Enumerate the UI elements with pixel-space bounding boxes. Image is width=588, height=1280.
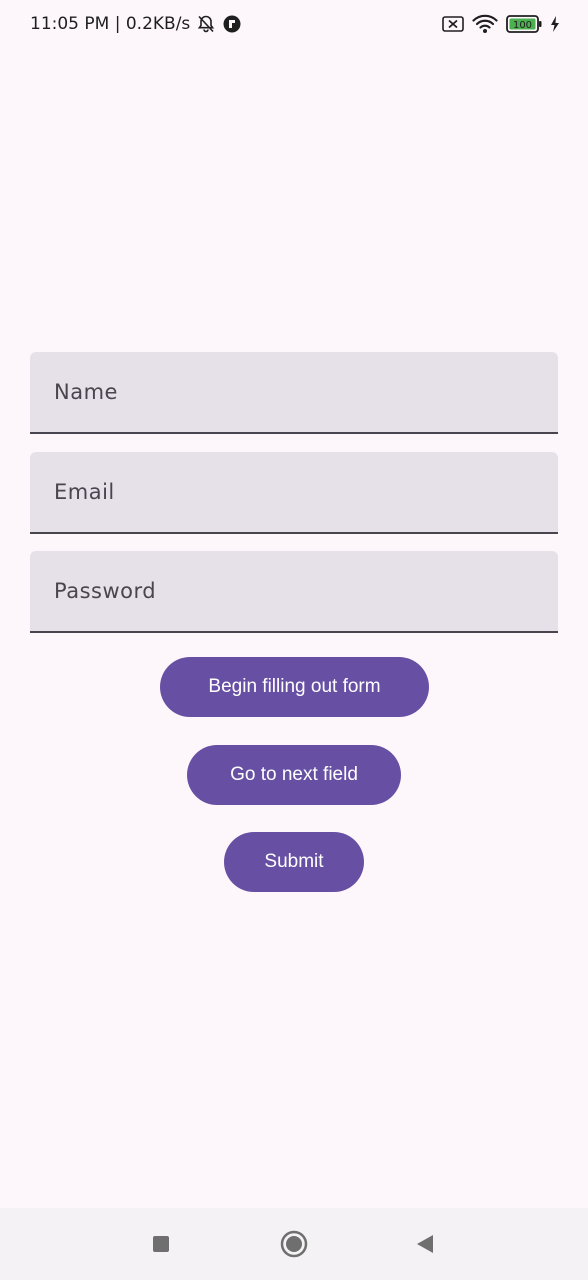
home-icon[interactable] — [276, 1226, 312, 1262]
charging-icon — [550, 15, 560, 37]
recents-icon[interactable] — [143, 1226, 179, 1262]
battery-icon: 100 — [506, 14, 542, 38]
no-sim-icon — [442, 15, 464, 37]
next-field-button[interactable]: Go to next field — [187, 745, 401, 805]
app-notification-icon — [222, 14, 242, 34]
submit-button[interactable]: Submit — [224, 832, 364, 892]
status-right: 100 — [442, 14, 560, 38]
back-icon[interactable] — [407, 1226, 443, 1262]
status-time: 11:05 PM | 0.2KB/s — [30, 14, 191, 34]
name-field[interactable]: Name — [30, 352, 558, 434]
battery-level: 100 — [513, 20, 532, 31]
email-field[interactable]: Email — [30, 452, 558, 534]
password-field[interactable]: Password — [30, 551, 558, 633]
bell-off-icon — [196, 14, 216, 34]
navigation-bar — [0, 1208, 588, 1280]
email-field-label: Email — [54, 480, 115, 504]
status-bar: 11:05 PM | 0.2KB/s 100 — [0, 0, 588, 52]
begin-filling-button[interactable]: Begin filling out form — [160, 657, 429, 717]
wifi-icon — [472, 14, 498, 38]
status-left: 11:05 PM | 0.2KB/s — [30, 14, 242, 34]
name-field-label: Name — [54, 380, 118, 404]
password-field-label: Password — [54, 579, 157, 603]
